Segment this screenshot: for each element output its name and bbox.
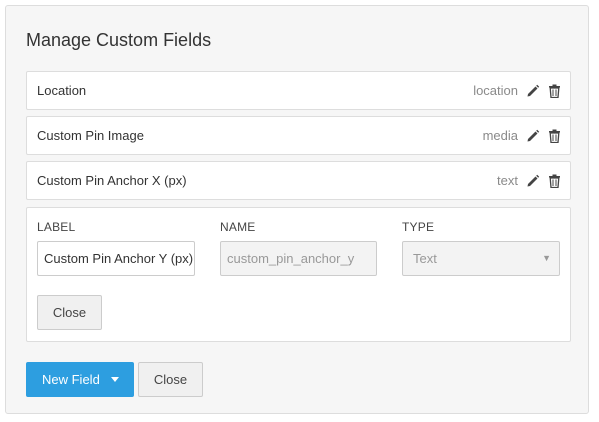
- caret-down-icon: ▼: [542, 253, 551, 263]
- field-label: Custom Pin Anchor X (px): [37, 173, 187, 188]
- pencil-icon[interactable]: [526, 84, 540, 98]
- field-type: location: [473, 83, 518, 98]
- field-row-custom-pin-image: Custom Pin Image media: [26, 116, 571, 155]
- manage-custom-fields-dialog: Manage Custom Fields Location location C…: [5, 5, 589, 414]
- type-select-value: Text: [413, 251, 437, 266]
- field-editor: LABEL NAME TYPE Custom Pin Anchor Y (px)…: [26, 207, 571, 342]
- pencil-icon[interactable]: [526, 129, 540, 143]
- label-input[interactable]: Custom Pin Anchor Y (px): [37, 241, 195, 276]
- editor-close-button[interactable]: Close: [37, 295, 102, 330]
- type-heading: TYPE: [402, 220, 435, 234]
- close-button[interactable]: Close: [138, 362, 203, 397]
- type-select: Text ▼: [402, 241, 560, 276]
- field-row-custom-pin-anchor-x: Custom Pin Anchor X (px) text: [26, 161, 571, 200]
- field-label: Location: [37, 83, 87, 98]
- name-heading: NAME: [220, 220, 256, 234]
- name-input: custom_pin_anchor_y: [220, 241, 377, 276]
- field-row-location: Location location: [26, 71, 571, 110]
- new-field-button[interactable]: New Field: [26, 362, 134, 397]
- caret-down-icon: [111, 377, 119, 382]
- trash-icon[interactable]: [548, 174, 561, 188]
- trash-icon[interactable]: [548, 84, 561, 98]
- label-heading: LABEL: [37, 220, 76, 234]
- dialog-title: Manage Custom Fields: [26, 30, 212, 50]
- field-type: text: [497, 173, 518, 188]
- pencil-icon[interactable]: [526, 174, 540, 188]
- field-label: Custom Pin Image: [37, 128, 144, 143]
- new-field-label: New Field: [42, 372, 100, 387]
- trash-icon[interactable]: [548, 129, 561, 143]
- field-type: media: [482, 128, 518, 143]
